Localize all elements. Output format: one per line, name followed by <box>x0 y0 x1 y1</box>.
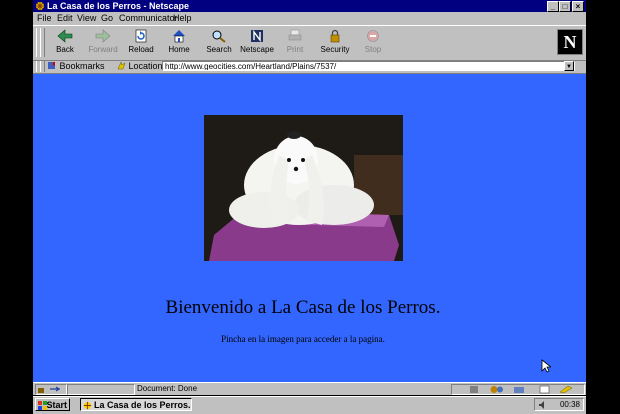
status-bar: Document: Done <box>33 382 586 395</box>
status-text: Document: Done <box>137 384 198 393</box>
location-toolbar: Bookmarks Location: http://www.geocities… <box>33 60 586 73</box>
page-heading: Bienvenido a La Casa de los Perros. <box>165 297 441 318</box>
menu-edit[interactable]: Edit <box>57 13 73 23</box>
toolbar-grip[interactable] <box>40 28 45 57</box>
menu-bar: File Edit View Go Communicator Help <box>33 12 586 24</box>
windows-logo-icon <box>38 401 47 410</box>
netscape-app-icon <box>36 2 44 10</box>
print-label: Print <box>286 45 304 54</box>
start-label: Start <box>46 400 67 410</box>
close-button[interactable]: × <box>572 1 584 12</box>
page-proxy-icon[interactable] <box>117 61 126 70</box>
netscape-throbber-logo[interactable]: N <box>557 29 583 55</box>
menu-communicator[interactable]: Communicator <box>119 13 178 23</box>
status-progress <box>67 384 135 395</box>
search-label: Search <box>206 45 232 54</box>
window-title: La Casa de los Perros - Netscape <box>47 1 190 11</box>
browser-window: La Casa de los Perros - Netscape _ □ × F… <box>33 0 586 395</box>
menu-go[interactable]: Go <box>101 13 113 23</box>
status-security-section[interactable] <box>35 384 67 395</box>
forward-button[interactable]: Forward <box>85 29 121 59</box>
reload-label: Reload <box>128 45 154 54</box>
netscape-label: Netscape <box>240 45 274 54</box>
task-button-netscape[interactable]: La Casa de los Perros... <box>80 398 192 411</box>
reload-icon <box>135 29 147 43</box>
location-label: Location: <box>128 61 166 71</box>
netscape-button[interactable]: Netscape <box>239 29 275 59</box>
home-icon <box>173 30 185 43</box>
clock: 00:38 <box>559 400 580 409</box>
stop-icon <box>367 30 379 42</box>
forward-arrow-icon <box>95 29 111 43</box>
bookmarks-label: Bookmarks <box>59 61 105 71</box>
bookmarks-icon <box>48 62 55 69</box>
menu-file[interactable]: File <box>37 13 52 23</box>
url-input[interactable]: http://www.geocities.com/Heartland/Plain… <box>162 61 575 71</box>
title-bar[interactable]: La Casa de los Perros - Netscape _ □ × <box>33 0 586 12</box>
forward-label: Forward <box>88 45 118 54</box>
netscape-task-icon <box>83 401 92 410</box>
print-button[interactable]: Print <box>277 29 313 59</box>
taskbar: Start La Casa de los Perros... 00:38 <box>33 396 586 414</box>
reload-button[interactable]: Reload <box>123 29 159 59</box>
menu-help[interactable]: Help <box>173 13 192 23</box>
netscape-icon <box>251 29 263 43</box>
security-icon <box>330 29 340 43</box>
task-label: La Casa de los Perros... <box>94 400 192 410</box>
component-bar <box>451 384 585 395</box>
search-icon <box>212 30 226 43</box>
system-tray: 00:38 <box>534 398 584 411</box>
security-button[interactable]: Security <box>317 29 353 59</box>
toolbar-grip[interactable] <box>40 61 45 72</box>
bookmarks-button[interactable]: Bookmarks <box>47 60 105 73</box>
stop-label: Stop <box>364 45 382 54</box>
security-label: Security <box>320 45 350 54</box>
page-content: Bienvenido a La Casa de los Perros. Pinc… <box>33 73 586 382</box>
back-button[interactable]: Back <box>47 29 83 59</box>
print-icon <box>288 29 302 41</box>
back-label: Back <box>56 45 74 54</box>
maximize-button[interactable]: □ <box>559 1 571 12</box>
component-bar-icons[interactable] <box>452 385 582 394</box>
back-arrow-icon <box>57 29 73 43</box>
page-instruction: Pincha en la imagen para acceder a la pa… <box>221 334 385 344</box>
minimize-button[interactable]: _ <box>547 1 559 12</box>
volume-icon[interactable] <box>539 401 547 409</box>
menu-view[interactable]: View <box>77 13 96 23</box>
start-button[interactable]: Start <box>35 398 70 411</box>
search-button[interactable]: Search <box>201 29 237 59</box>
home-button[interactable]: Home <box>161 29 197 59</box>
location-label-group: Location: <box>117 60 165 73</box>
dog-photo-link[interactable] <box>204 115 403 261</box>
mouse-cursor-icon <box>541 359 551 373</box>
url-dropdown-button[interactable]: ▼ <box>564 61 574 71</box>
navigation-toolbar: Back Forward Reload Home Search Netscape… <box>33 25 586 61</box>
security-lock-icon <box>38 386 61 393</box>
home-label: Home <box>168 45 190 54</box>
stop-button[interactable]: Stop <box>355 29 391 59</box>
